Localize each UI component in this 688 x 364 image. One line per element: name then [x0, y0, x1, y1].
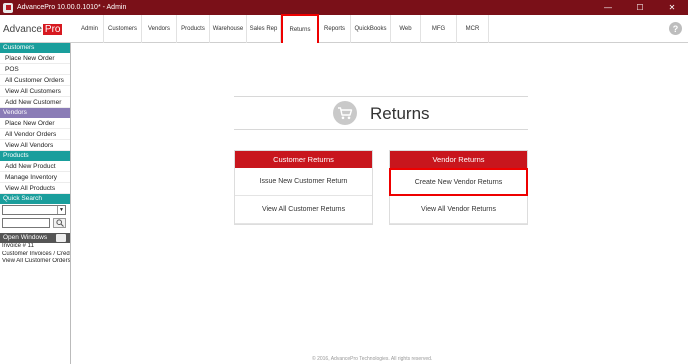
quick-search-button[interactable]	[53, 218, 66, 228]
minimize-button[interactable]: —	[592, 0, 624, 15]
tab-web[interactable]: Web	[391, 15, 421, 43]
customer-returns-panel: Customer Returns Issue New Customer Retu…	[234, 150, 373, 225]
window-title: AdvancePro 10.00.0.1010* - Admin	[17, 4, 127, 11]
tab-customers[interactable]: Customers	[104, 15, 142, 43]
help-icon[interactable]: ?	[669, 22, 682, 35]
tab-warehouse[interactable]: Warehouse	[210, 15, 247, 43]
tab-sales-rep[interactable]: Sales Rep	[247, 15, 281, 43]
sidebar-item-manage-inventory[interactable]: Manage Inventory	[0, 172, 70, 183]
vendor-returns-panel: Vendor Returns Create New Vendor Returns…	[389, 150, 528, 225]
sidebar-item-view-all-vendors[interactable]: View All Vendors	[0, 140, 70, 151]
customer-returns-header: Customer Returns	[235, 151, 372, 168]
vendor-returns-header: Vendor Returns	[390, 151, 527, 168]
window-controls: — ☐ ✕	[592, 0, 688, 15]
open-window-item[interactable]: Invoice # 11	[0, 243, 70, 251]
tab-returns[interactable]: Returns	[281, 14, 319, 45]
sidebar-item-pos[interactable]: POS	[0, 64, 70, 75]
close-button[interactable]: ✕	[656, 0, 688, 15]
sidebar-item-all-customer-orders[interactable]: All Customer Orders	[0, 75, 70, 86]
copyright-footer: © 2016, AdvancePro Technologies. All rig…	[312, 356, 433, 362]
logo[interactable]: Advance Pro	[3, 24, 63, 35]
sidebar: Customers Place New Order POS All Custom…	[0, 43, 71, 364]
open-window-item[interactable]: Customer Invoices / Credit I	[0, 251, 70, 259]
title-divider-top	[234, 96, 528, 97]
sidebar-header-vendors: Vendors	[0, 108, 70, 118]
sidebar-item-view-all-customers[interactable]: View All Customers	[0, 86, 70, 97]
title-divider-bottom	[234, 129, 528, 130]
create-new-vendor-returns-link[interactable]: Create New Vendor Returns	[389, 168, 528, 196]
logo-highlight: Pro	[42, 24, 63, 35]
app-icon	[3, 2, 13, 13]
sidebar-item-view-all-products[interactable]: View All Products	[0, 183, 70, 194]
sidebar-header-products: Products	[0, 151, 70, 161]
view-all-vendor-returns-link[interactable]: View All Vendor Returns	[390, 196, 527, 224]
sidebar-item-add-new-customer[interactable]: Add New Customer	[0, 97, 70, 108]
issue-new-customer-return-link[interactable]: Issue New Customer Return	[235, 168, 372, 196]
top-navigation: Advance Pro Admin Customers Vendors Produ…	[0, 14, 688, 45]
page-title: Returns	[370, 104, 430, 123]
sidebar-header-quick-search: Quick Search	[0, 194, 70, 204]
sidebar-item-vendor-place-new-order[interactable]: Place New Order	[0, 118, 70, 129]
tab-mcr[interactable]: MCR	[457, 15, 489, 43]
sidebar-header-open-windows: Open Windows	[0, 233, 70, 243]
tab-reports[interactable]: Reports	[319, 15, 351, 43]
sidebar-item-all-vendor-orders[interactable]: All Vendor Orders	[0, 129, 70, 140]
search-icon	[55, 219, 64, 227]
quick-search-type-select[interactable]: ▼	[2, 205, 66, 215]
tab-mfg[interactable]: MFG	[421, 15, 457, 43]
view-all-customer-returns-link[interactable]: View All Customer Returns	[235, 196, 372, 224]
tab-vendors[interactable]: Vendors	[142, 15, 177, 43]
tab-products[interactable]: Products	[177, 15, 210, 43]
sidebar-item-place-new-order[interactable]: Place New Order	[0, 53, 70, 64]
chevron-down-icon[interactable]: ▼	[57, 206, 65, 214]
quick-search-type-row: ▼	[2, 205, 70, 217]
open-windows-label: Open Windows	[3, 234, 48, 241]
quick-search-input-row	[2, 218, 70, 230]
main-content: Returns Customer Returns Issue New Custo…	[72, 43, 688, 364]
maximize-button[interactable]: ☐	[624, 0, 656, 15]
window-list-icon[interactable]	[56, 234, 66, 242]
tab-admin[interactable]: Admin	[76, 15, 104, 43]
title-bar: AdvancePro 10.00.0.1010* - Admin — ☐ ✕	[0, 0, 688, 15]
logo-text: Advance	[3, 24, 42, 35]
quick-search-input[interactable]	[2, 218, 50, 228]
sidebar-header-customers: Customers	[0, 43, 70, 53]
cart-return-icon	[333, 101, 357, 125]
tab-quickbooks[interactable]: QuickBooks	[351, 15, 391, 43]
sidebar-item-add-new-product[interactable]: Add New Product	[0, 161, 70, 172]
open-window-item[interactable]: View All Customer Orders	[0, 258, 70, 266]
